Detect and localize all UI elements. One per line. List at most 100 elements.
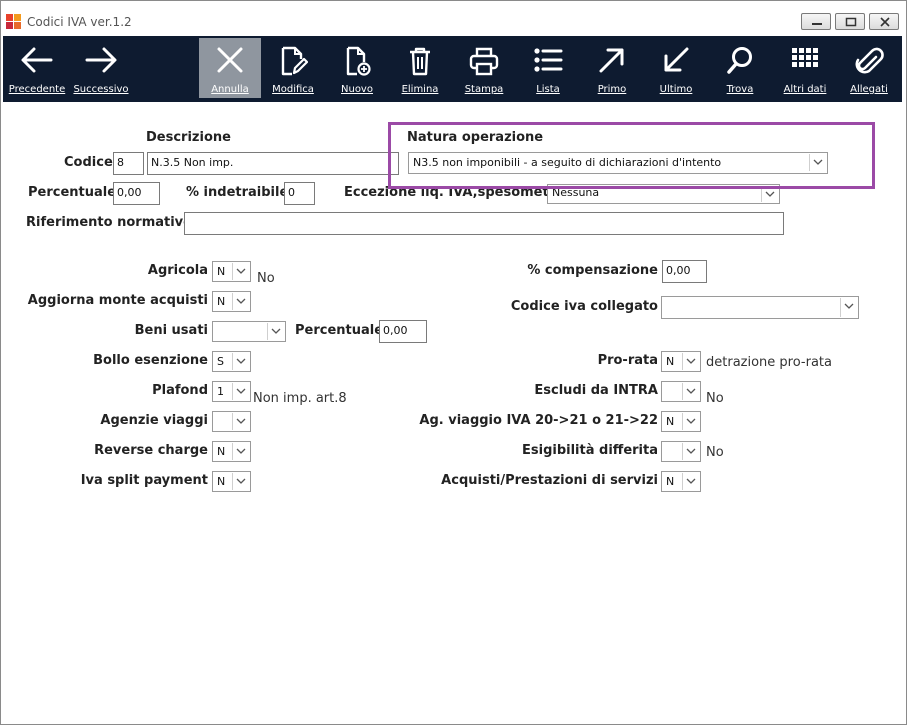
intra-label: Escludi da INTRA: [534, 383, 658, 398]
split-select[interactable]: N: [212, 471, 251, 492]
grid-icon: [792, 48, 818, 67]
arrow-up-right-icon: [599, 48, 624, 73]
prorata-label: Pro-rata: [597, 353, 658, 368]
chevron-down-icon: [236, 358, 246, 364]
collegato-label: Codice iva collegato: [510, 299, 658, 314]
riferimento-label: Riferimento normativo: [26, 215, 193, 230]
main-window: Codici IVA ver.1.2 Precedente Successivo…: [0, 0, 907, 725]
reverse-value: N: [217, 445, 226, 458]
allegati-button[interactable]: Allegati: [837, 36, 901, 100]
paperclip-icon: [855, 47, 884, 74]
highlight-box: [388, 122, 875, 189]
bollo-label: Bollo esenzione: [93, 353, 208, 368]
app-icon: [6, 14, 21, 29]
bollo-select[interactable]: S: [212, 351, 251, 372]
aggiorna-label: Aggiorna monte acquisti: [27, 293, 208, 308]
aggiorna-value: N: [217, 295, 226, 308]
nuovo-button[interactable]: Nuovo: [326, 36, 388, 100]
modifica-label: Modifica: [272, 84, 314, 95]
successivo-button[interactable]: Successivo: [69, 36, 133, 100]
search-icon: [727, 47, 752, 74]
lista-label: Lista: [536, 84, 560, 95]
arrow-left-icon: [21, 47, 53, 73]
chevron-down-icon: [686, 448, 696, 454]
prorata-select[interactable]: N: [661, 351, 701, 372]
agviaggio-value: N: [666, 415, 675, 428]
plafond-value: 1: [217, 385, 224, 398]
chevron-down-icon: [686, 418, 696, 424]
minimize-button[interactable]: [801, 13, 831, 30]
printer-icon: [469, 47, 499, 76]
esigibilita-text: No: [706, 445, 724, 460]
elimina-button[interactable]: Elimina: [389, 36, 451, 100]
percentuale-input[interactable]: 0,00: [113, 182, 160, 205]
primo-label: Primo: [597, 84, 627, 95]
modifica-button[interactable]: Modifica: [262, 36, 324, 100]
chevron-down-icon: [686, 358, 696, 364]
split-value: N: [217, 475, 226, 488]
plafond-text: Non imp. art.8: [253, 391, 347, 406]
list-icon: [534, 48, 563, 72]
edit-document-icon: [281, 46, 308, 76]
acquisti-label: Acquisti/Prestazioni di servizi: [441, 473, 658, 488]
codice-label: Codice: [64, 155, 113, 170]
agricola-select[interactable]: N: [212, 261, 251, 282]
plafond-select[interactable]: 1: [212, 381, 251, 402]
chevron-down-icon: [844, 303, 854, 309]
lista-button[interactable]: Lista: [517, 36, 579, 100]
stampa-label: Stampa: [464, 84, 504, 95]
arrow-right-icon: [85, 47, 117, 73]
precedente-button[interactable]: Precedente: [5, 36, 69, 100]
annulla-label: Annulla: [211, 84, 249, 95]
maximize-button[interactable]: [835, 13, 865, 30]
acquisti-select[interactable]: N: [661, 471, 701, 492]
agenzie-label: Agenzie viaggi: [100, 413, 208, 428]
altri-dati-button[interactable]: Altri dati: [773, 36, 837, 100]
maximize-icon: [845, 17, 857, 27]
ultimo-label: Ultimo: [659, 84, 693, 95]
ultimo-button[interactable]: Ultimo: [645, 36, 707, 100]
descrizione-input[interactable]: N.3.5 Non imp.: [147, 152, 399, 175]
close-x-icon: [217, 47, 243, 73]
chevron-down-icon: [271, 328, 281, 334]
plafond-label: Plafond: [152, 383, 208, 398]
bollo-value: S: [217, 355, 224, 368]
collegato-select[interactable]: [661, 296, 859, 319]
chevron-down-icon: [236, 448, 246, 454]
aggiorna-select[interactable]: N: [212, 291, 251, 312]
minimize-icon: [812, 23, 822, 25]
agricola-label: Agricola: [147, 263, 208, 278]
prorata-text: detrazione pro-rata: [706, 355, 832, 370]
indetraibile-input[interactable]: 0: [284, 182, 315, 205]
intra-text: No: [706, 391, 724, 406]
elimina-label: Elimina: [401, 84, 439, 95]
compensazione-input[interactable]: 0,00: [662, 260, 707, 283]
chevron-down-icon: [236, 388, 246, 394]
esigibilita-select[interactable]: [661, 441, 701, 462]
acquisti-value: N: [666, 475, 675, 488]
percentuale2-label: Percentuale: [295, 323, 384, 338]
riferimento-input[interactable]: [184, 212, 784, 235]
nuovo-label: Nuovo: [341, 84, 373, 95]
codice-input[interactable]: 8: [113, 152, 144, 175]
arrow-down-left-icon: [664, 47, 689, 72]
intra-select[interactable]: [661, 381, 701, 402]
reverse-select[interactable]: N: [212, 441, 251, 462]
close-icon: [880, 17, 890, 27]
agviaggio-label: Ag. viaggio IVA 20->21 o 21->22: [419, 413, 658, 428]
stampa-button[interactable]: Stampa: [453, 36, 515, 100]
primo-button[interactable]: Primo: [581, 36, 643, 100]
trash-icon: [410, 47, 430, 76]
agenzie-select[interactable]: [212, 411, 251, 432]
beni-usati-select[interactable]: [212, 321, 286, 342]
trova-button[interactable]: Trova: [709, 36, 771, 100]
close-button[interactable]: [869, 13, 899, 30]
annulla-button[interactable]: Annulla: [199, 38, 261, 98]
agviaggio-select[interactable]: N: [661, 411, 701, 432]
chevron-down-icon: [686, 478, 696, 484]
agricola-text: No: [257, 271, 275, 286]
allegati-label: Allegati: [850, 84, 888, 95]
percentuale-label: Percentuale: [28, 185, 117, 200]
new-document-icon: [346, 46, 371, 76]
percentuale2-input[interactable]: 0,00: [379, 320, 427, 343]
